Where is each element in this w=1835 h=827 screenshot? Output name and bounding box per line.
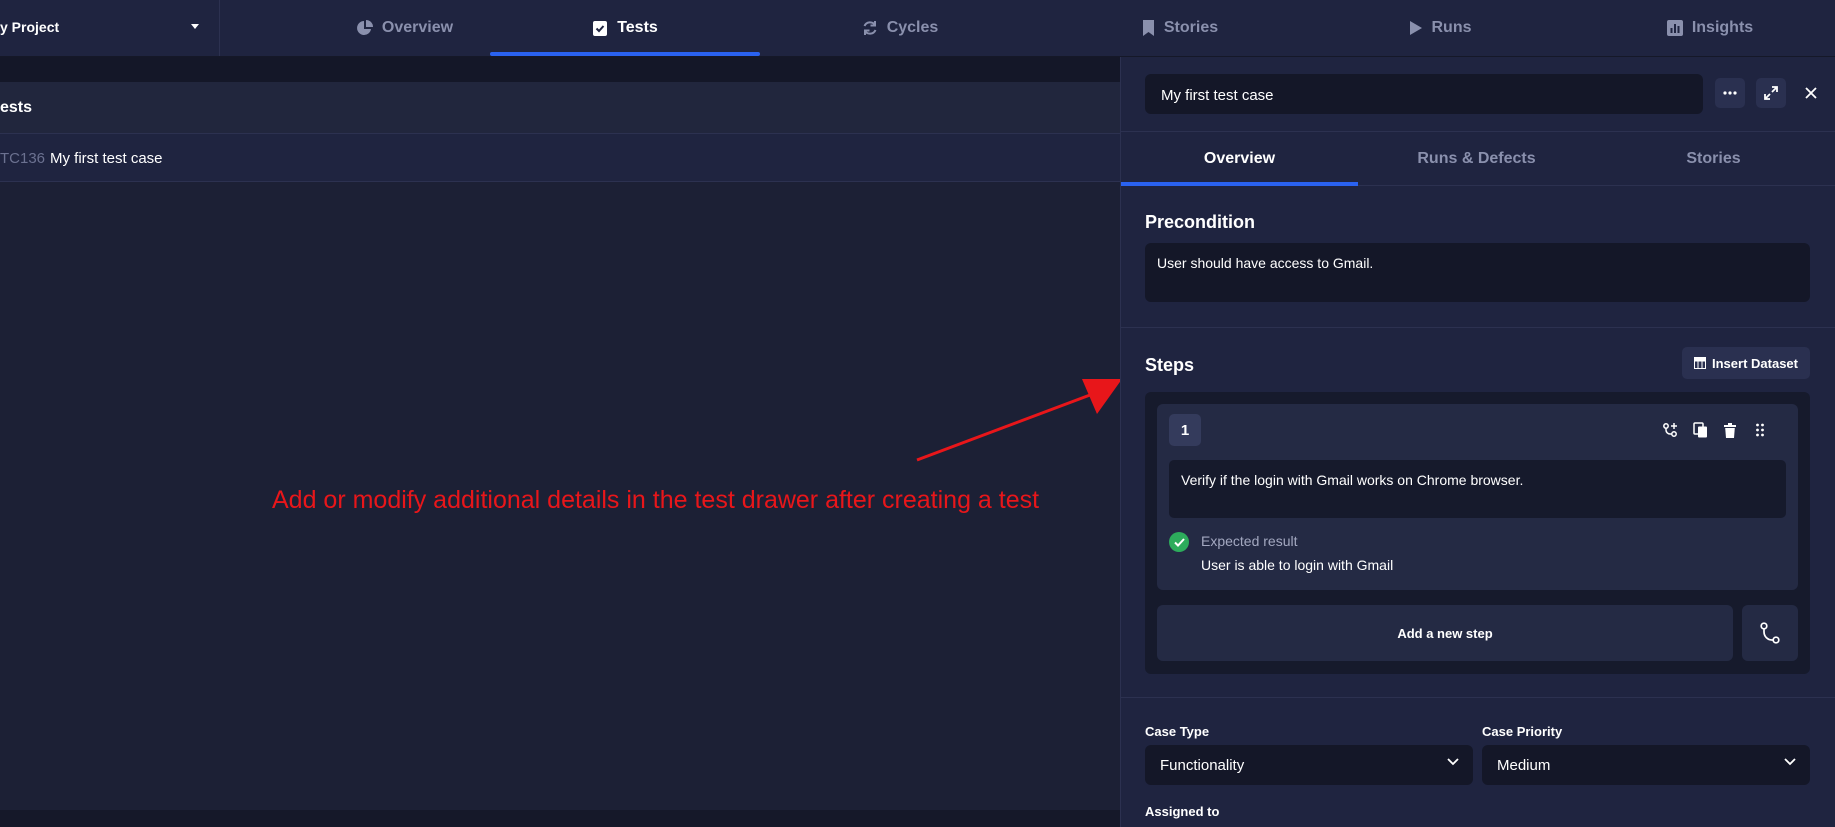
add-substep-button[interactable]: [1659, 419, 1681, 441]
add-conditional-step-button[interactable]: [1742, 605, 1798, 661]
tab-stories-label: Stories: [1163, 19, 1219, 36]
caret-down-icon: [191, 24, 199, 29]
assigned-to-label: Assigned to: [1145, 804, 1220, 819]
tab-tests-label: Tests: [617, 19, 658, 36]
tab-tests[interactable]: Tests: [520, 0, 730, 56]
tab-insights[interactable]: Insights: [1610, 0, 1810, 56]
list-header-title: ests: [0, 99, 33, 116]
case-type-value: Functionality: [1160, 757, 1245, 774]
step-card: 1 Verify if the login with Gmail works o…: [1157, 404, 1798, 590]
expand-button[interactable]: [1756, 78, 1786, 108]
drawer-tab-overview[interactable]: Overview: [1121, 132, 1358, 186]
copy-icon: [1692, 422, 1707, 438]
table-icon: [1694, 357, 1706, 369]
steps-container: 1 Verify if the login with Gmail works o…: [1145, 392, 1810, 674]
steps-heading: Steps: [1145, 355, 1195, 375]
clipboard-check-icon: [593, 21, 608, 36]
section-divider: [1121, 327, 1835, 328]
list-header: ests: [0, 82, 1120, 134]
more-dots-icon: [1723, 91, 1737, 95]
active-tab-indicator: [490, 52, 760, 56]
tab-cycles[interactable]: Cycles: [800, 0, 1000, 56]
branch-add-icon: [1663, 423, 1677, 437]
bookmark-icon: [1142, 20, 1154, 36]
drag-handle[interactable]: [1749, 419, 1771, 441]
precondition-heading: Precondition: [1145, 212, 1256, 232]
delete-step-button[interactable]: [1719, 419, 1741, 441]
bar-chart-icon: [1666, 20, 1683, 36]
drawer-tab-stories[interactable]: Stories: [1595, 132, 1832, 186]
expand-icon: [1764, 86, 1778, 100]
tab-stories[interactable]: Stories: [1080, 0, 1280, 56]
drag-handle-icon: [1756, 423, 1764, 437]
drawer-tabs: Overview Runs & Defects Stories: [1121, 131, 1835, 186]
play-icon: [1409, 21, 1422, 35]
drawer-active-tab-indicator: [1121, 182, 1358, 186]
annotation-text: Add or modify additional details in the …: [272, 486, 1040, 514]
more-options-button[interactable]: [1715, 78, 1745, 108]
insert-dataset-label: Insert Dataset: [1712, 355, 1798, 371]
section-divider: [1121, 697, 1835, 698]
case-priority-label: Case Priority: [1482, 724, 1563, 739]
tab-runs[interactable]: Runs: [1340, 0, 1540, 56]
case-type-select[interactable]: Functionality: [1145, 745, 1473, 785]
project-name: y Project: [0, 19, 60, 35]
top-navigation: y Project Overview Tests Cycles Stories …: [0, 0, 1835, 57]
tab-insights-label: Insights: [1691, 19, 1754, 36]
case-priority-value: Medium: [1497, 757, 1551, 774]
annotation-arrow: [916, 379, 1122, 462]
step-number: 1: [1169, 414, 1201, 446]
close-button[interactable]: [1801, 83, 1821, 103]
project-selector[interactable]: y Project: [0, 0, 220, 56]
test-title: My first test case: [50, 150, 163, 167]
duplicate-step-button[interactable]: [1689, 419, 1711, 441]
tab-overview-label: Overview: [381, 19, 454, 36]
add-new-step-button[interactable]: Add a new step: [1157, 605, 1733, 661]
tab-overview[interactable]: Overview: [300, 0, 510, 56]
step-description-field[interactable]: Verify if the login with Gmail works on …: [1169, 460, 1786, 518]
table-row[interactable]: TC136 My first test case: [0, 134, 1120, 182]
precondition-field[interactable]: User should have access to Gmail.: [1145, 243, 1810, 302]
insert-dataset-button[interactable]: Insert Dataset: [1682, 347, 1810, 379]
tab-runs-label: Runs: [1431, 19, 1472, 36]
expected-result-value[interactable]: User is able to login with Gmail: [1201, 557, 1393, 573]
close-icon: [1805, 87, 1817, 99]
chevron-down-icon: [1784, 758, 1796, 766]
check-circle-icon: [1169, 532, 1189, 552]
case-priority-select[interactable]: Medium: [1482, 745, 1810, 785]
refresh-icon: [863, 21, 877, 35]
chevron-down-icon: [1447, 758, 1459, 766]
list-toolbar-strip: [0, 57, 1120, 82]
case-type-label: Case Type: [1145, 724, 1210, 739]
test-id: TC136: [0, 150, 46, 167]
pie-chart-icon: [356, 20, 373, 35]
test-drawer: My first test case Overview Runs & Defec…: [1120, 57, 1835, 827]
expected-result-label: Expected result: [1201, 533, 1298, 549]
drawer-tab-runs-defects[interactable]: Runs & Defects: [1358, 132, 1595, 186]
trash-icon: [1724, 422, 1736, 438]
test-title-input[interactable]: My first test case: [1145, 74, 1703, 114]
tab-cycles-label: Cycles: [886, 19, 939, 36]
branch-icon: [1760, 622, 1780, 644]
bottom-bar: [0, 810, 1120, 827]
